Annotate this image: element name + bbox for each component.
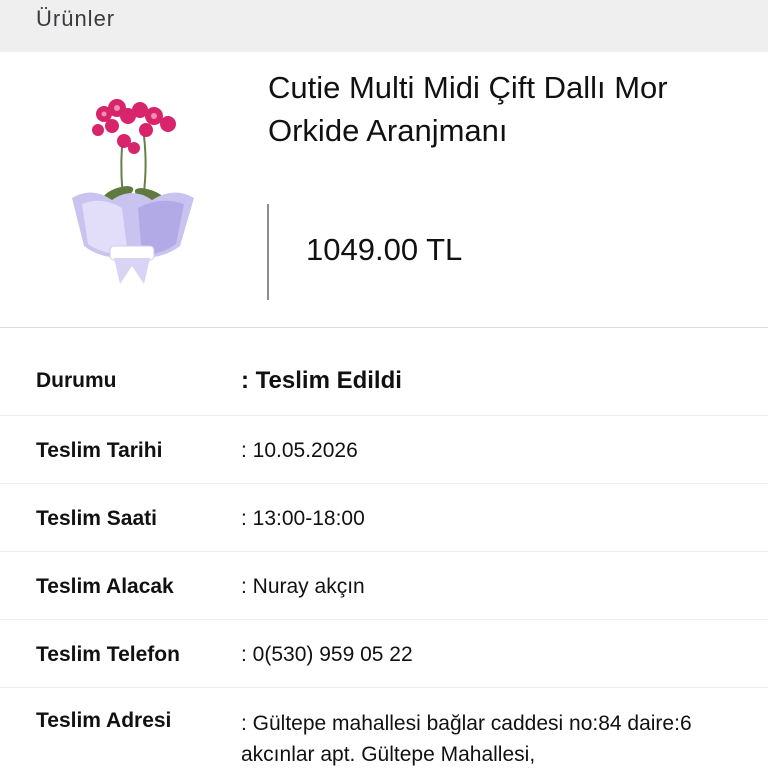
- status-value: : Teslim Edildi: [241, 367, 402, 394]
- phone-label: Teslim Telefon: [36, 643, 180, 666]
- phone-value[interactable]: : 0(530) 959 05 22: [241, 643, 413, 667]
- address-value: : Gültepe mahallesi bağlar caddesi no:84…: [241, 712, 692, 766]
- product-name[interactable]: Cutie Multi Midi Çift Dallı Mor Orkide A…: [268, 66, 748, 152]
- detail-row-delivery-time: Teslim Saati : 13:00-18:00: [0, 484, 768, 552]
- price-divider: [267, 204, 269, 300]
- detail-row-address: Teslim Adresi : Gültepe mahallesi bağlar…: [0, 688, 768, 768]
- product-card[interactable]: Cutie Multi Midi Çift Dallı Mor Orkide A…: [0, 52, 768, 328]
- status-label: Durumu: [36, 369, 117, 392]
- address-label: Teslim Adresi: [36, 709, 172, 732]
- delivery-date-label: Teslim Tarihi: [36, 439, 163, 462]
- orchid-arrangement-image[interactable]: [62, 86, 202, 286]
- delivery-time-value: : 13:00-18:00: [241, 507, 365, 530]
- product-price: 1049.00 TL: [306, 232, 463, 267]
- detail-row-phone: Teslim Telefon : 0(530) 959 05 22: [0, 620, 768, 688]
- section-title: Ürünler: [36, 6, 116, 31]
- section-header: Ürünler: [0, 0, 768, 52]
- recipient-value: : Nuray akçın: [241, 575, 365, 598]
- detail-row-status: Durumu : Teslim Edildi: [0, 348, 768, 416]
- recipient-label: Teslim Alacak: [36, 575, 174, 598]
- detail-row-delivery-date: Teslim Tarihi : 10.05.2026: [0, 416, 768, 484]
- delivery-time-label: Teslim Saati: [36, 507, 157, 530]
- delivery-date-value: : 10.05.2026: [241, 439, 358, 462]
- orchid-icon: [72, 99, 194, 284]
- detail-row-recipient: Teslim Alacak : Nuray akçın: [0, 552, 768, 620]
